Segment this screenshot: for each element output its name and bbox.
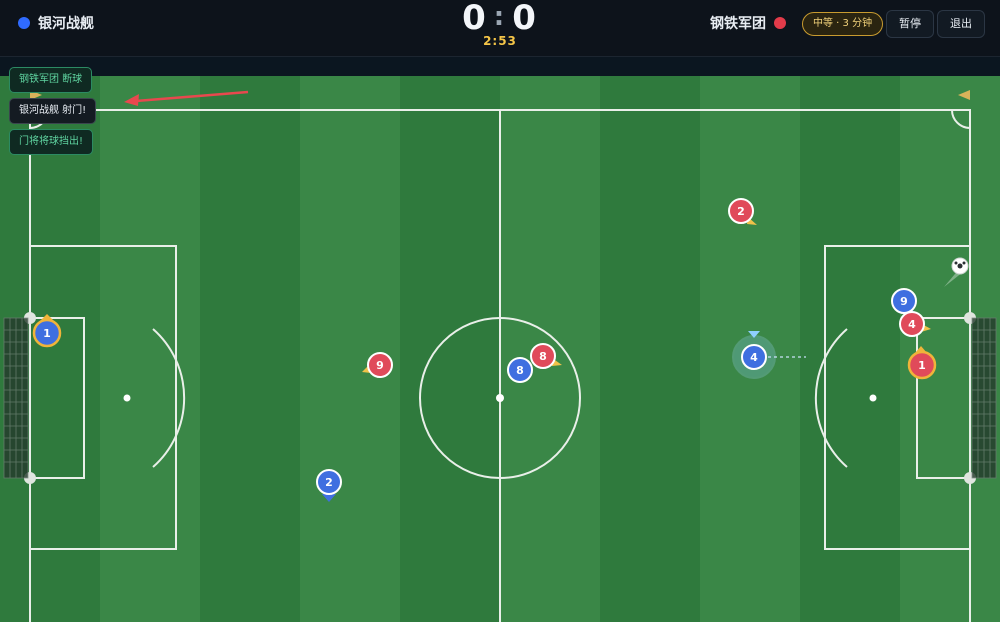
center-spot [496, 394, 504, 402]
right-penalty-spot [869, 394, 877, 402]
player-number: 8 [539, 350, 547, 363]
event-log-item: 银河战舰 射门! [9, 98, 97, 124]
away-team-dot [774, 17, 786, 29]
player-number: 8 [516, 364, 524, 377]
event-log-item: 钢铁军团 断球 [9, 67, 93, 93]
player-blue-8[interactable]: 8 [507, 357, 533, 383]
player-number: 1 [918, 359, 926, 372]
pitch: 1 2 8 4 9 9 8 2 4 1 [0, 76, 1000, 622]
event-log-item: 门将将球挡出! [9, 129, 94, 155]
away-team: 钢铁军团 [710, 13, 786, 33]
player-number: 9 [900, 295, 908, 308]
match-clock: 2:53 [483, 34, 517, 48]
pause-button[interactable]: 暂停 [886, 10, 934, 38]
top-bar: 银河战舰 0:0 2:53 钢铁军团 中等 · 3 分钟 暂停 退出 [0, 0, 1000, 57]
player-number: 2 [737, 205, 745, 218]
score-separator: : [493, 2, 507, 32]
away-score: 0 [512, 0, 538, 38]
away-team-name: 钢铁军团 [710, 16, 766, 32]
player-number: 4 [908, 318, 916, 331]
home-score: 0 [462, 0, 488, 38]
pitch-top-strip [0, 57, 1000, 77]
exit-button[interactable]: 退出 [937, 10, 985, 38]
left-goal-net [3, 317, 29, 479]
ball[interactable] [951, 257, 969, 275]
difficulty-badge: 中等 · 3 分钟 [802, 12, 884, 36]
player-number: 4 [750, 351, 758, 364]
left-penalty-spot [123, 394, 131, 402]
player-number: 1 [43, 327, 51, 340]
player-number: 9 [376, 359, 384, 372]
player-number: 2 [325, 476, 333, 489]
right-goal-net [971, 317, 997, 479]
shot-direction-arrow [124, 90, 249, 106]
